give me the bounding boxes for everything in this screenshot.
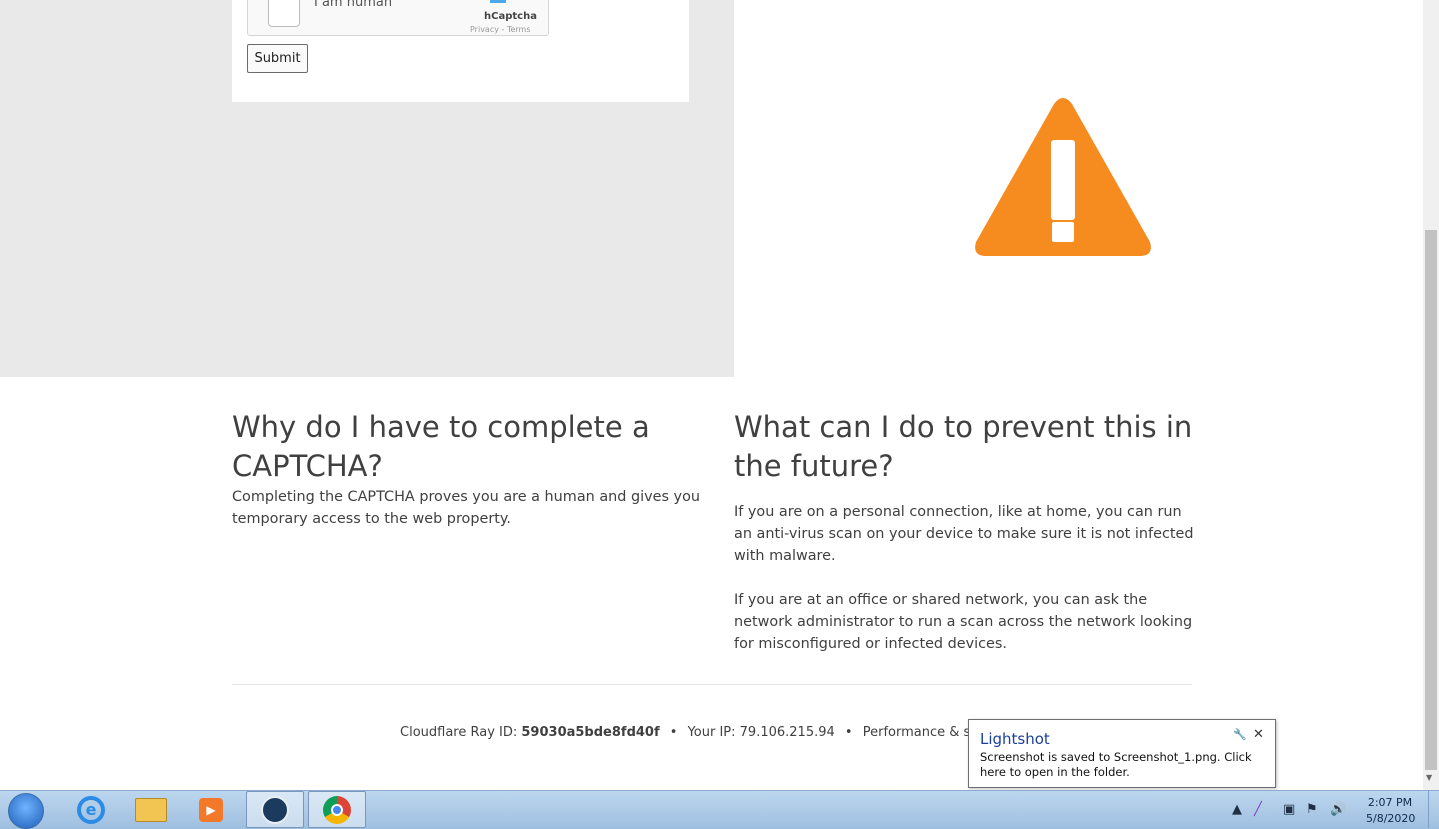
hcaptcha-logo-icon [490, 0, 506, 3]
footer-separator: • [844, 725, 853, 740]
close-icon[interactable]: ✕ [1253, 727, 1264, 742]
scroll-down-arrow-icon[interactable]: ▼ [1426, 773, 1432, 782]
network-icon[interactable]: ▣ [1283, 802, 1295, 817]
privacy-link[interactable]: Privacy [470, 25, 499, 34]
hcaptcha-brand: hCaptcha [484, 11, 537, 22]
taskbar-headset-app[interactable] [246, 791, 304, 828]
ip-label: Your IP: [687, 725, 736, 740]
start-button[interactable] [8, 793, 44, 829]
taskbar-chrome[interactable] [308, 791, 366, 828]
clock-time: 2:07 PM [1367, 796, 1413, 809]
taskbar-internet-explorer[interactable]: e [62, 791, 120, 828]
internet-explorer-icon: e [77, 795, 105, 824]
captcha-checkbox[interactable] [268, 0, 300, 27]
prevent-heading: What can I do to prevent this in the fut… [734, 410, 1193, 483]
lightshot-feather-icon[interactable]: ╱ [1254, 802, 1262, 817]
taskbar-media-player[interactable]: ▶ [182, 791, 240, 828]
show-hidden-icons-icon[interactable]: ▲ [1232, 802, 1242, 817]
notification-message[interactable]: Screenshot is saved to Screenshot_1.png.… [980, 750, 1270, 780]
headset-icon [261, 795, 289, 824]
system-clock[interactable]: 2:07 PM 5/8/2020 [1366, 795, 1416, 827]
ray-id: 59030a5bde8fd40f [521, 725, 660, 740]
footer-divider [232, 684, 1192, 685]
hcaptcha-widget: I am human hCaptcha Privacy - Terms [247, 0, 549, 36]
prevent-text-office: If you are at an office or shared networ… [734, 592, 1193, 652]
volume-icon[interactable]: 🔊 [1330, 802, 1346, 817]
prevent-text-home: If you are on a personal connection, lik… [734, 504, 1194, 564]
ray-label: Cloudflare Ray ID: [400, 725, 518, 740]
why-text: Completing the CAPTCHA proves you are a … [232, 489, 700, 527]
action-center-flag-icon[interactable]: ⚑ [1306, 802, 1318, 817]
warning-icon [975, 98, 1151, 256]
wrench-icon[interactable]: 🔧 [1233, 728, 1247, 741]
media-player-icon: ▶ [199, 797, 223, 822]
cloudflare-footer: Cloudflare Ray ID: 59030a5bde8fd40f • Yo… [400, 725, 1049, 740]
why-heading: Why do I have to complete a CAPTCHA? [232, 410, 650, 483]
chrome-icon [323, 795, 351, 824]
clock-date: 5/8/2020 [1366, 812, 1416, 825]
notification-title: Lightshot [980, 730, 1050, 748]
ip-value: 79.106.215.94 [739, 725, 835, 740]
lightshot-notification[interactable]: Lightshot 🔧 ✕ Screenshot is saved to Scr… [968, 719, 1276, 788]
terms-link[interactable]: Terms [507, 25, 531, 34]
folder-icon [135, 797, 167, 822]
submit-button[interactable]: Submit [247, 44, 308, 73]
captcha-checkbox-label: I am human [314, 0, 393, 10]
vertical-scrollbar[interactable]: ▼ [1423, 0, 1439, 790]
hcaptcha-links: Privacy - Terms [470, 25, 531, 34]
scrollbar-thumb[interactable] [1425, 230, 1437, 770]
taskbar: e ▶ ▲ ╱ ▣ ⚑ 🔊 2:07 PM 5/8/2020 [0, 790, 1439, 829]
footer-separator: • [669, 725, 678, 740]
taskbar-file-explorer[interactable] [122, 791, 180, 828]
show-desktop-button[interactable] [1428, 791, 1439, 828]
